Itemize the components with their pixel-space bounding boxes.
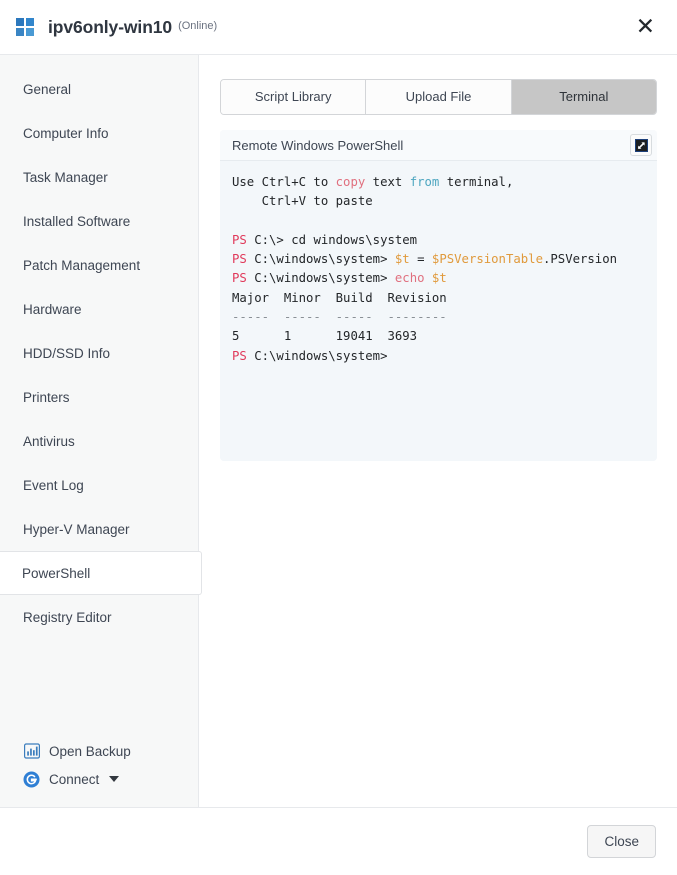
terminal-token: C:\windows\system> (246, 252, 395, 267)
sidebar-item-installed-software[interactable]: Installed Software (0, 199, 198, 243)
sidebar-item-label: PowerShell (22, 565, 91, 581)
sidebar-item-hyper-v-manager[interactable]: Hyper-V Manager (0, 507, 198, 551)
terminal-token: $t (394, 252, 410, 267)
terminal-token: PS (232, 348, 247, 363)
sidebar-item-label: Task Manager (23, 169, 108, 185)
close-icon[interactable]: ✕ (632, 14, 659, 41)
terminal-title: Remote Windows PowerShell (232, 137, 404, 153)
sidebar-item-powershell[interactable]: PowerShell (0, 551, 202, 595)
sidebar-footer: Open Backup Connect (0, 737, 198, 807)
close-button[interactable]: Close (587, 825, 656, 858)
terminal-line: PS C:\windows\system> echo $t (232, 269, 657, 288)
sidebar-item-label: Antivirus (23, 433, 75, 449)
sidebar-item-hdd-ssd-info[interactable]: HDD/SSD Info (0, 331, 198, 375)
sidebar-item-label: Registry Editor (23, 609, 112, 625)
terminal-token: $PSVersionTable (431, 252, 543, 267)
terminal-panel: Remote Windows PowerShell Use Ctrl+C to … (220, 130, 657, 461)
sidebar-item-label: Installed Software (23, 213, 131, 229)
sidebar-item-event-log[interactable]: Event Log (0, 463, 198, 507)
terminal-line: PS C:\windows\system> $t = $PSVersionTab… (232, 250, 657, 269)
terminal-token: ----- ----- ----- -------- (232, 310, 447, 325)
windows-logo-icon (16, 18, 34, 36)
sidebar-item-computer-info[interactable]: Computer Info (0, 111, 198, 155)
terminal-header: Remote Windows PowerShell (220, 130, 657, 161)
terminal-token: PS (232, 271, 247, 286)
tab-upload-file[interactable]: Upload File (366, 80, 512, 114)
tab-script-library[interactable]: Script Library (221, 80, 367, 114)
terminal-token: from (409, 175, 440, 189)
expand-popout-icon[interactable] (630, 134, 652, 156)
open-backup-button[interactable]: Open Backup (23, 737, 198, 765)
terminal-token: copy (335, 175, 366, 189)
terminal-token: PS (232, 232, 247, 247)
terminal-token: 5 1 19041 3693 (232, 329, 418, 344)
terminal-token: Major Minor Build Revision (232, 290, 447, 305)
sidebar-item-label: Hyper-V Manager (23, 521, 130, 537)
tab-label: Script Library (254, 89, 332, 104)
sidebar-item-label: Patch Management (23, 257, 141, 273)
sidebar-item-registry-editor[interactable]: Registry Editor (0, 595, 198, 639)
terminal-token: C:\> cd windows\system (246, 232, 418, 247)
dialog-footer: Close (0, 807, 677, 875)
sidebar-item-printers[interactable]: Printers (0, 375, 198, 419)
terminal-line: PS C:\windows\system> (232, 347, 657, 366)
sidebar-item-patch-management[interactable]: Patch Management (0, 243, 198, 287)
tab-label: Upload File (405, 89, 472, 104)
terminal-token: text (365, 175, 410, 189)
terminal-token: PS (232, 252, 247, 267)
sidebar-item-label: HDD/SSD Info (23, 345, 111, 361)
sidebar-item-label: Printers (23, 389, 70, 405)
terminal-token: echo (394, 271, 425, 286)
window-body: General Computer Info Task Manager Insta… (0, 55, 677, 807)
sidebar-item-label: Computer Info (23, 125, 109, 141)
sidebar-item-general[interactable]: General (0, 67, 198, 111)
terminal-line: Major Minor Build Revision (232, 289, 657, 308)
terminal-line: Use Ctrl+C to copy text from terminal, (232, 173, 657, 192)
sidebar-item-label: Event Log (23, 477, 84, 493)
terminal-token: Ctrl+V to paste (232, 194, 373, 209)
bar-chart-icon (23, 743, 40, 760)
sidebar: General Computer Info Task Manager Insta… (0, 55, 202, 807)
page-title: ipv6only-win10 (48, 16, 173, 37)
sidebar-item-task-manager[interactable]: Task Manager (0, 155, 198, 199)
status-badge: (Online) (178, 20, 218, 32)
terminal-token: terminal, (439, 175, 514, 189)
chevron-down-icon[interactable] (109, 776, 120, 782)
connect-label: Connect (49, 771, 100, 787)
sidebar-item-label: Hardware (23, 301, 82, 317)
sidebar-item-label: General (23, 81, 72, 97)
tab-terminal[interactable]: Terminal (511, 80, 656, 114)
connect-globe-icon (23, 771, 40, 788)
tab-label: Terminal (559, 89, 609, 104)
window-titlebar: ipv6only-win10 (Online) ✕ (0, 0, 677, 55)
sidebar-item-hardware[interactable]: Hardware (0, 287, 198, 331)
tab-bar: Script Library Upload File Terminal (220, 79, 657, 115)
terminal-token: C:\windows\system> (246, 348, 388, 363)
terminal-token: C:\windows\system> (246, 271, 395, 286)
terminal-token: Use Ctrl+C to (232, 175, 336, 189)
terminal-line: 5 1 19041 3693 (232, 327, 657, 346)
terminal-token: = (409, 252, 432, 267)
open-backup-label: Open Backup (49, 743, 131, 759)
connect-button[interactable]: Connect (23, 765, 198, 793)
terminal-token: $t (431, 271, 447, 286)
terminal-line: Ctrl+V to paste (232, 192, 657, 211)
terminal-line: PS C:\> cd windows\system (232, 231, 657, 250)
terminal-line: ----- ----- ----- -------- (232, 308, 657, 327)
sidebar-item-antivirus[interactable]: Antivirus (0, 419, 198, 463)
terminal-output[interactable]: Use Ctrl+C to copy text from terminal, C… (220, 161, 657, 461)
sidebar-nav-list: General Computer Info Task Manager Insta… (0, 55, 202, 737)
main-content: Script Library Upload File Terminal Remo… (199, 55, 677, 807)
terminal-token: .PSVersion (542, 252, 618, 267)
